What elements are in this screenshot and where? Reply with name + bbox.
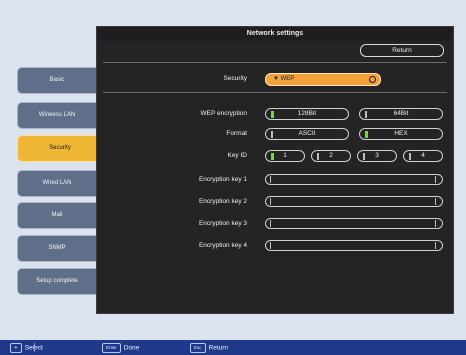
select-hint: ✦Select (10, 343, 43, 353)
arrow-keys-icon: ✦ (10, 343, 22, 353)
encryption-key-2-label: Encryption key 2 (198, 198, 247, 205)
encryption-key-3-field[interactable] (265, 218, 443, 229)
encryption-key-2-field[interactable] (265, 196, 443, 207)
bottom-help-bar: ✦Select EnterDone EscReturn (0, 340, 466, 355)
encryption-key-4-field[interactable] (265, 240, 443, 251)
encryption-key-4-label: Encryption key 4 (198, 242, 247, 249)
panel-title: Network settings (97, 27, 453, 41)
tab-security[interactable]: Security (17, 135, 102, 162)
dropdown-toggle-icon (369, 75, 376, 83)
security-label: Security (223, 75, 247, 82)
key-id-label: Key ID (227, 152, 247, 159)
divider (103, 62, 447, 63)
done-hint: Enter Done (102, 343, 139, 353)
encryption-key-3-label: Encryption key 3 (198, 220, 247, 227)
encryption-key-1-label: Encryption key 1 (198, 176, 247, 183)
tab-wireless-lan[interactable]: Wireless LAN (17, 102, 96, 129)
key-id-1-option[interactable]: 1 (265, 150, 305, 162)
key-id-2-option[interactable]: 2 (311, 150, 351, 162)
format-hex-option[interactable]: HEX (359, 128, 443, 140)
key-id-3-option[interactable]: 3 (357, 150, 397, 162)
divider (103, 92, 447, 93)
wep-64bit-option[interactable]: 64Bit (359, 108, 443, 120)
wep-128bit-option[interactable]: 128Bit (265, 108, 349, 120)
key-id-4-option[interactable]: 4 (403, 150, 443, 162)
divider (34, 343, 35, 352)
encryption-key-1-field[interactable] (265, 174, 443, 185)
tab-snmp[interactable]: SNMP (17, 235, 96, 262)
security-dropdown[interactable]: ▼ WEP (265, 73, 381, 86)
enter-key-icon: Enter (102, 343, 121, 353)
tab-basic[interactable]: Basic (17, 67, 96, 94)
format-label: Format (226, 130, 247, 137)
return-hint: Esc Return (190, 343, 228, 353)
tab-wired-lan[interactable]: Wired LAN (17, 170, 96, 197)
tab-setup-complete[interactable]: Setup complete (17, 268, 96, 295)
return-button[interactable]: Return (360, 44, 444, 57)
network-settings-panel: Network settings Return Security ▼ WEP W… (96, 26, 454, 314)
esc-key-icon: Esc (190, 343, 206, 353)
security-value: ▼ WEP (273, 76, 295, 82)
format-ascii-option[interactable]: ASCII (265, 128, 349, 140)
wep-encryption-label: WEP encryption (200, 110, 247, 117)
tab-mail[interactable]: Mail (17, 202, 96, 229)
